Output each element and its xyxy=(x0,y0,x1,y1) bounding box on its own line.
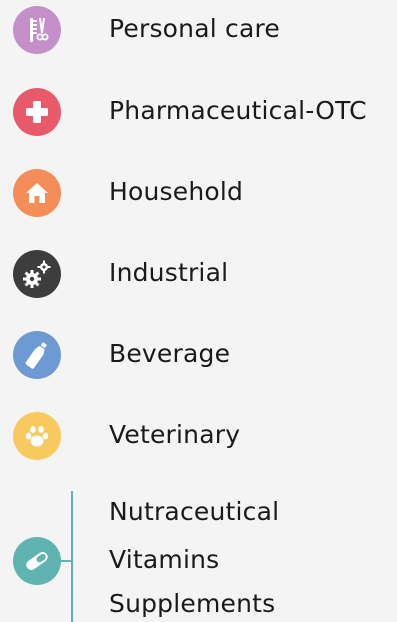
category-label: Beverage xyxy=(109,339,231,368)
medical-cross-icon xyxy=(13,88,61,136)
category-veterinary[interactable]: Veterinary xyxy=(0,406,397,466)
category-label: Industrial xyxy=(109,258,229,287)
category-household[interactable]: Household xyxy=(0,163,397,223)
bottle-icon xyxy=(13,331,61,379)
category-personal-care[interactable]: Personal care xyxy=(0,0,397,60)
house-icon xyxy=(13,169,61,217)
category-label: Veterinary xyxy=(109,420,241,449)
category-industrial[interactable]: Industrial xyxy=(0,244,397,304)
category-beverage[interactable]: Beverage xyxy=(0,325,397,385)
comb-scissors-icon xyxy=(13,6,61,54)
group-bracket-tick xyxy=(61,560,72,562)
category-label: Personal care xyxy=(109,14,280,43)
group-item-supplements: Supplements xyxy=(109,589,276,618)
category-label: Pharmaceutical-OTC xyxy=(109,96,367,125)
capsule-icon xyxy=(13,537,61,585)
group-item-vitamins: Vitamins xyxy=(109,545,220,574)
category-label: Household xyxy=(109,177,244,206)
group-item-nutraceutical: Nutraceutical xyxy=(109,497,280,526)
gears-icon xyxy=(13,250,61,298)
category-pharmaceutical-otc[interactable]: Pharmaceutical-OTC xyxy=(0,82,397,142)
paw-icon xyxy=(13,412,61,460)
group-bracket-line xyxy=(71,491,73,622)
